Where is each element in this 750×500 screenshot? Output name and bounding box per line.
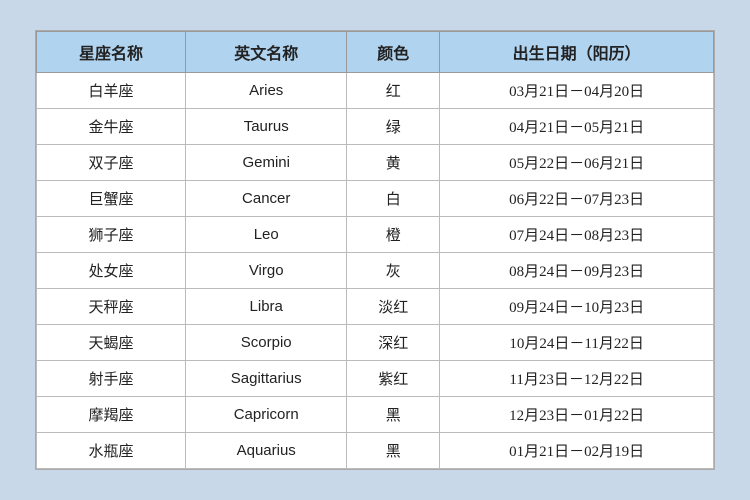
table-row: 天蝎座Scorpio深红10月24日－11月22日 bbox=[37, 325, 714, 361]
column-header: 出生日期（阳历） bbox=[440, 32, 714, 73]
cell-english-name: Leo bbox=[186, 217, 347, 253]
table-row: 处女座Virgo灰08月24日－09月23日 bbox=[37, 253, 714, 289]
table-row: 白羊座Aries红03月21日－04月20日 bbox=[37, 73, 714, 109]
table-body: 白羊座Aries红03月21日－04月20日金牛座Taurus绿04月21日－0… bbox=[37, 73, 714, 469]
cell-dates: 03月21日－04月20日 bbox=[440, 73, 714, 109]
table-row: 巨蟹座Cancer白06月22日－07月23日 bbox=[37, 181, 714, 217]
cell-english-name: Aries bbox=[186, 73, 347, 109]
table-row: 射手座Sagittarius紫红11月23日－12月22日 bbox=[37, 361, 714, 397]
cell-chinese-name: 处女座 bbox=[37, 253, 186, 289]
cell-chinese-name: 狮子座 bbox=[37, 217, 186, 253]
cell-english-name: Taurus bbox=[186, 109, 347, 145]
column-header: 英文名称 bbox=[186, 32, 347, 73]
cell-color: 灰 bbox=[347, 253, 440, 289]
cell-chinese-name: 金牛座 bbox=[37, 109, 186, 145]
table-row: 狮子座Leo橙07月24日－08月23日 bbox=[37, 217, 714, 253]
cell-english-name: Gemini bbox=[186, 145, 347, 181]
cell-dates: 07月24日－08月23日 bbox=[440, 217, 714, 253]
zodiac-table-container: 星座名称英文名称颜色出生日期（阳历） 白羊座Aries红03月21日－04月20… bbox=[35, 30, 715, 470]
cell-color: 黑 bbox=[347, 397, 440, 433]
zodiac-table: 星座名称英文名称颜色出生日期（阳历） 白羊座Aries红03月21日－04月20… bbox=[36, 31, 714, 469]
table-row: 摩羯座Capricorn黑12月23日－01月22日 bbox=[37, 397, 714, 433]
cell-dates: 10月24日－11月22日 bbox=[440, 325, 714, 361]
cell-color: 黑 bbox=[347, 433, 440, 469]
cell-chinese-name: 天秤座 bbox=[37, 289, 186, 325]
table-row: 天秤座Libra淡红09月24日－10月23日 bbox=[37, 289, 714, 325]
cell-dates: 01月21日－02月19日 bbox=[440, 433, 714, 469]
cell-english-name: Capricorn bbox=[186, 397, 347, 433]
cell-english-name: Virgo bbox=[186, 253, 347, 289]
cell-chinese-name: 白羊座 bbox=[37, 73, 186, 109]
table-row: 水瓶座Aquarius黑01月21日－02月19日 bbox=[37, 433, 714, 469]
cell-chinese-name: 摩羯座 bbox=[37, 397, 186, 433]
cell-dates: 05月22日－06月21日 bbox=[440, 145, 714, 181]
cell-chinese-name: 天蝎座 bbox=[37, 325, 186, 361]
cell-color: 紫红 bbox=[347, 361, 440, 397]
table-header-row: 星座名称英文名称颜色出生日期（阳历） bbox=[37, 32, 714, 73]
table-row: 金牛座Taurus绿04月21日－05月21日 bbox=[37, 109, 714, 145]
table-row: 双子座Gemini黄05月22日－06月21日 bbox=[37, 145, 714, 181]
cell-dates: 11月23日－12月22日 bbox=[440, 361, 714, 397]
cell-english-name: Libra bbox=[186, 289, 347, 325]
cell-dates: 12月23日－01月22日 bbox=[440, 397, 714, 433]
cell-chinese-name: 巨蟹座 bbox=[37, 181, 186, 217]
cell-chinese-name: 水瓶座 bbox=[37, 433, 186, 469]
cell-color: 白 bbox=[347, 181, 440, 217]
cell-english-name: Cancer bbox=[186, 181, 347, 217]
cell-color: 淡红 bbox=[347, 289, 440, 325]
cell-chinese-name: 射手座 bbox=[37, 361, 186, 397]
cell-dates: 04月21日－05月21日 bbox=[440, 109, 714, 145]
cell-color: 橙 bbox=[347, 217, 440, 253]
cell-english-name: Aquarius bbox=[186, 433, 347, 469]
cell-english-name: Sagittarius bbox=[186, 361, 347, 397]
cell-dates: 06月22日－07月23日 bbox=[440, 181, 714, 217]
cell-color: 黄 bbox=[347, 145, 440, 181]
cell-color: 红 bbox=[347, 73, 440, 109]
cell-dates: 08月24日－09月23日 bbox=[440, 253, 714, 289]
column-header: 星座名称 bbox=[37, 32, 186, 73]
cell-color: 深红 bbox=[347, 325, 440, 361]
column-header: 颜色 bbox=[347, 32, 440, 73]
cell-chinese-name: 双子座 bbox=[37, 145, 186, 181]
cell-color: 绿 bbox=[347, 109, 440, 145]
cell-english-name: Scorpio bbox=[186, 325, 347, 361]
cell-dates: 09月24日－10月23日 bbox=[440, 289, 714, 325]
